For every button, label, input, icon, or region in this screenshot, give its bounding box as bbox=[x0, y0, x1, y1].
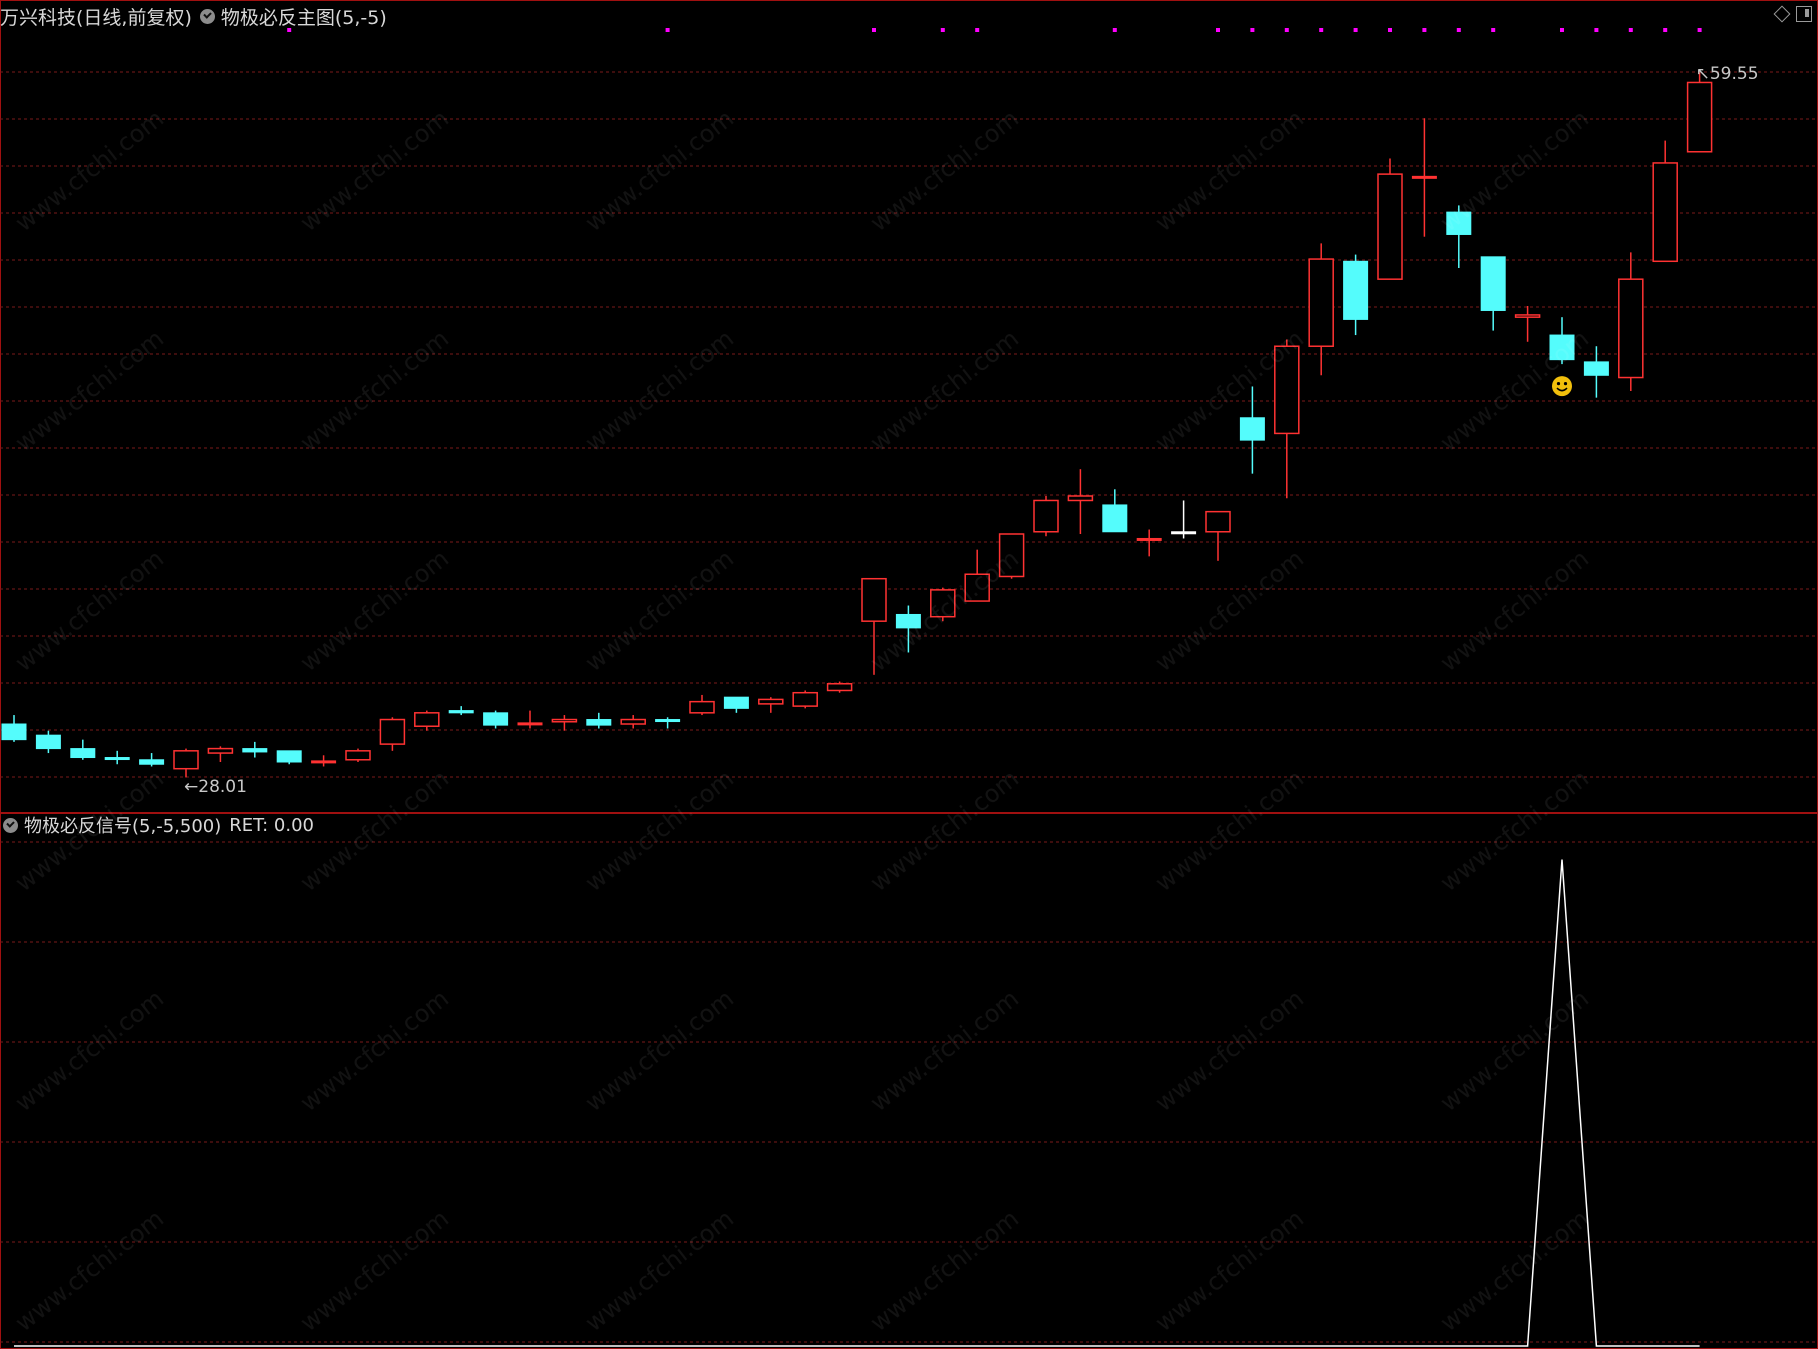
candle-body bbox=[1102, 504, 1128, 533]
candle-body bbox=[723, 696, 749, 709]
candle-body bbox=[1136, 537, 1162, 541]
signal-marker bbox=[1456, 28, 1461, 32]
highest-price-value: 59.55 bbox=[1709, 64, 1759, 85]
candle-body bbox=[1583, 361, 1609, 376]
candle-body bbox=[448, 710, 474, 714]
signal-marker bbox=[940, 28, 945, 32]
candle-body bbox=[930, 589, 956, 618]
chart-canvas[interactable] bbox=[0, 0, 1818, 1349]
candle-body bbox=[173, 750, 199, 770]
candle-body bbox=[345, 750, 371, 761]
candle-body bbox=[826, 683, 853, 692]
candle-body bbox=[1549, 334, 1575, 361]
highest-price-label: ↖59.55 bbox=[1696, 64, 1759, 84]
candle-body bbox=[1239, 417, 1265, 441]
signal-marker bbox=[1628, 28, 1633, 32]
candle-body bbox=[964, 573, 990, 602]
candle-body bbox=[1171, 531, 1197, 535]
candle-body bbox=[311, 760, 337, 764]
signal-panel-header: 物极必反信号(5,-5,500) RET: 0.00 bbox=[0, 813, 314, 837]
candle-body bbox=[1480, 256, 1506, 311]
chart-frame bbox=[0, 0, 1818, 1349]
candle-body bbox=[104, 757, 130, 761]
signal-marker bbox=[1388, 28, 1392, 32]
signal-marker bbox=[1594, 28, 1599, 32]
candle-body bbox=[1343, 260, 1369, 320]
candle-body bbox=[620, 718, 646, 725]
signal-marker bbox=[1491, 28, 1496, 32]
signal-marker bbox=[1284, 28, 1289, 32]
ret-value: RET: 0.00 bbox=[229, 814, 315, 836]
candle-body bbox=[1274, 345, 1300, 435]
candle-body bbox=[1067, 495, 1094, 502]
candle-body bbox=[1377, 173, 1403, 280]
candle-body bbox=[1686, 81, 1713, 153]
smiley-eye bbox=[1556, 382, 1561, 386]
signal-marker bbox=[665, 28, 670, 32]
candle-body bbox=[655, 719, 681, 723]
candle-body bbox=[551, 718, 578, 723]
signal-marker bbox=[1560, 28, 1564, 32]
candle-body bbox=[379, 718, 406, 745]
signal-indicator-title[interactable]: 物极必反信号(5,-5,500) bbox=[24, 812, 221, 838]
candle-body bbox=[242, 748, 268, 753]
lowest-price-label: ←28.01 bbox=[184, 777, 247, 797]
arrow-icon: ↖ bbox=[1695, 64, 1710, 85]
smiley-icon bbox=[1552, 376, 1572, 397]
lowest-price-value: 28.01 bbox=[198, 777, 247, 798]
smiley-eye bbox=[1563, 382, 1568, 386]
candle-body bbox=[1205, 510, 1231, 533]
signal-marker bbox=[1319, 28, 1324, 32]
candle-body bbox=[276, 750, 302, 763]
candle-body bbox=[998, 533, 1025, 578]
stock-title[interactable]: 万兴科技(日线,前复权) bbox=[0, 3, 192, 30]
candle-body bbox=[139, 759, 165, 765]
candle-body bbox=[1514, 314, 1541, 318]
candle-body bbox=[689, 700, 715, 714]
candle-body bbox=[483, 712, 509, 726]
signal-marker bbox=[1250, 28, 1255, 32]
arrow-icon: ← bbox=[184, 777, 199, 798]
candle-body bbox=[792, 691, 818, 707]
candle-body bbox=[1652, 162, 1678, 263]
candle-body bbox=[70, 748, 96, 759]
signal-marker bbox=[975, 28, 980, 32]
signal-marker bbox=[872, 28, 876, 32]
window-controls bbox=[1773, 5, 1812, 23]
candle-body bbox=[35, 734, 61, 750]
candle-body bbox=[517, 722, 543, 726]
indicator-toggle-icon[interactable] bbox=[199, 8, 215, 24]
main-chart-header: 万兴科技(日线,前复权) 物极必反主图(5,-5) bbox=[0, 3, 387, 30]
candle-body bbox=[758, 698, 784, 705]
candle-body bbox=[861, 577, 887, 622]
candle-body bbox=[1308, 258, 1334, 347]
signal-toggle-icon[interactable] bbox=[3, 817, 18, 833]
candle-body bbox=[414, 712, 440, 727]
signal-marker bbox=[1697, 28, 1702, 32]
window-layout-icon[interactable] bbox=[1796, 6, 1812, 22]
signal-marker bbox=[1216, 28, 1220, 32]
candle-body bbox=[1, 723, 27, 741]
candle-body bbox=[895, 613, 921, 629]
signal-marker bbox=[1422, 28, 1427, 32]
candle-body bbox=[1033, 499, 1059, 533]
candle-body bbox=[1411, 175, 1437, 179]
candle-body bbox=[586, 719, 612, 726]
diamond-icon[interactable] bbox=[1773, 5, 1791, 23]
signal-marker bbox=[1112, 28, 1117, 32]
candle-body bbox=[1618, 278, 1644, 379]
chart-window: 万兴科技(日线,前复权) 物极必反主图(5,-5) 物极必反信号(5,-5,50… bbox=[0, 0, 1818, 1349]
main-indicator-title[interactable]: 物极必反主图(5,-5) bbox=[221, 3, 387, 30]
candle-body bbox=[1446, 211, 1472, 235]
candle-body bbox=[207, 747, 234, 754]
signal-marker bbox=[1663, 28, 1668, 32]
signal-line bbox=[14, 859, 1700, 1347]
signal-marker bbox=[1353, 28, 1358, 32]
